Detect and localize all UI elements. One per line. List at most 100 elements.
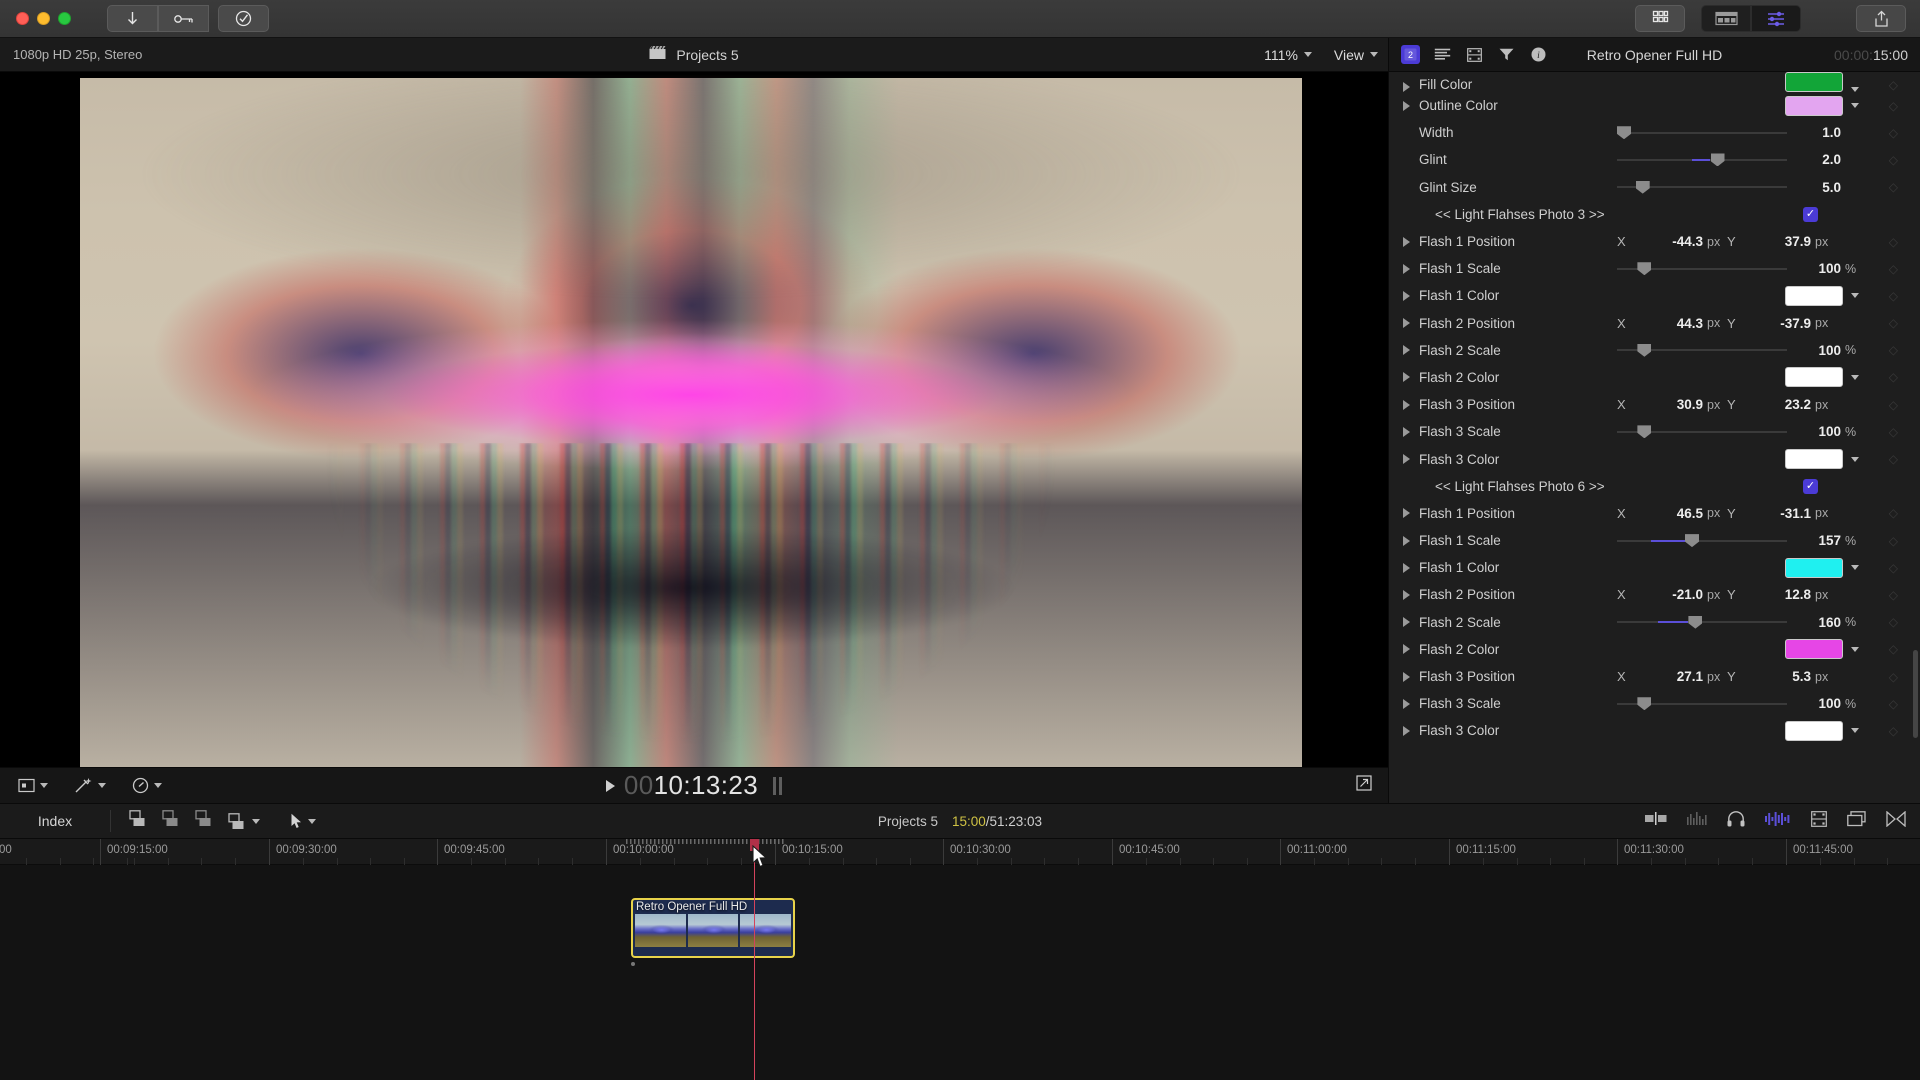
- slider-knob[interactable]: [1637, 343, 1652, 357]
- keyframe-control-icon[interactable]: ◇: [1889, 180, 1898, 194]
- keyframe-control-icon[interactable]: ◇: [1889, 370, 1898, 384]
- disclosure-triangle-icon[interactable]: [1403, 426, 1410, 437]
- disclosure-triangle-icon[interactable]: [1403, 372, 1410, 383]
- disclosure-triangle-icon[interactable]: [1403, 399, 1410, 410]
- disclosure-triangle-icon[interactable]: [1403, 562, 1410, 573]
- parameter-value-y[interactable]: -31.1: [1745, 506, 1811, 521]
- slider-knob[interactable]: [1710, 153, 1725, 167]
- slider-knob[interactable]: [1637, 697, 1652, 711]
- viewer-timecode[interactable]: 0010:13:23: [624, 770, 758, 801]
- disclosure-triangle-icon[interactable]: [1403, 644, 1410, 655]
- disclosure-triangle-icon[interactable]: [1403, 263, 1410, 274]
- parameter-value[interactable]: 1.0: [1787, 125, 1841, 140]
- playhead-line[interactable]: [754, 839, 755, 1080]
- parameter-slider[interactable]: [1617, 343, 1787, 357]
- color-swatch[interactable]: [1785, 367, 1843, 388]
- color-swatch[interactable]: [1785, 720, 1843, 741]
- parameter-checkbox[interactable]: ✓: [1803, 206, 1818, 222]
- overwrite-edit-dropdown[interactable]: [228, 812, 260, 830]
- verify-icon[interactable]: [218, 5, 269, 32]
- keyframe-control-icon[interactable]: ◇: [1889, 425, 1898, 439]
- keyframe-control-icon[interactable]: ◇: [1889, 615, 1898, 629]
- inspector-row[interactable]: Flash 1 Color ◇: [1389, 554, 1920, 581]
- inspector-row[interactable]: Flash 1 Color ◇: [1389, 282, 1920, 309]
- select-arrow-tool-dropdown[interactable]: [290, 813, 316, 830]
- color-swatch[interactable]: [1785, 449, 1843, 470]
- inspector-row[interactable]: Flash 3 Scale 100% ◇: [1389, 418, 1920, 445]
- skimming-icon[interactable]: [1886, 810, 1906, 832]
- chevron-down-icon[interactable]: [1851, 456, 1859, 462]
- parameter-slider[interactable]: [1617, 262, 1787, 276]
- parameter-value-x[interactable]: -21.0: [1637, 587, 1703, 602]
- parameter-value-y[interactable]: 23.2: [1745, 397, 1811, 412]
- inspector-row[interactable]: Flash 3 Color ◇: [1389, 717, 1920, 744]
- inspector-row[interactable]: Fill Color ◇: [1389, 72, 1920, 92]
- inspector-row[interactable]: Flash 3 Scale 100% ◇: [1389, 690, 1920, 717]
- color-swatch[interactable]: [1785, 95, 1843, 116]
- parameter-value-x[interactable]: 44.3: [1637, 316, 1703, 331]
- chevron-down-icon[interactable]: [1851, 374, 1859, 380]
- timeline-layout-icon[interactable]: [1701, 5, 1751, 32]
- chevron-down-icon[interactable]: [1851, 103, 1859, 109]
- color-swatch[interactable]: [1785, 72, 1843, 92]
- keyframe-control-icon[interactable]: ◇: [1889, 289, 1898, 303]
- inspector-scrollbar[interactable]: [1913, 650, 1918, 738]
- tab-filter-inspector[interactable]: [1497, 45, 1516, 64]
- clip-height-icon[interactable]: [1811, 810, 1827, 832]
- keyframe-control-icon[interactable]: ◇: [1889, 78, 1898, 92]
- disclosure-triangle-icon[interactable]: [1403, 698, 1410, 709]
- disclosure-triangle-icon[interactable]: [1403, 508, 1410, 519]
- tab-clip-inspector[interactable]: [1465, 45, 1484, 64]
- disclosure-triangle-icon[interactable]: [1403, 236, 1410, 247]
- insert-edit-icon[interactable]: [162, 810, 181, 832]
- keyword-icon[interactable]: [158, 5, 209, 32]
- inspector-row[interactable]: Flash 1 Scale 100% ◇: [1389, 255, 1920, 282]
- inspector-row[interactable]: << Light Flahses Photo 3 >> ✓: [1389, 201, 1920, 228]
- inspector-row[interactable]: Flash 2 Scale 100% ◇: [1389, 337, 1920, 364]
- keyframe-control-icon[interactable]: ◇: [1889, 99, 1898, 113]
- disclosure-triangle-icon[interactable]: [1403, 671, 1410, 682]
- tab-info-inspector[interactable]: i: [1529, 45, 1548, 64]
- parameter-value-x[interactable]: 46.5: [1637, 506, 1703, 521]
- inspector-row[interactable]: Flash 1 Scale 157% ◇: [1389, 527, 1920, 554]
- inspector-row[interactable]: Flash 2 Position X -21.0 px Y 12.8 px ◇: [1389, 581, 1920, 608]
- slider-knob[interactable]: [1637, 425, 1652, 439]
- inspector-row[interactable]: Flash 2 Scale 160% ◇: [1389, 609, 1920, 636]
- parameter-value[interactable]: 100: [1787, 343, 1841, 358]
- keyframe-control-icon[interactable]: ◇: [1889, 506, 1898, 520]
- parameter-slider[interactable]: [1617, 615, 1787, 629]
- inspector-row[interactable]: Flash 3 Position X 30.9 px Y 23.2 px ◇: [1389, 391, 1920, 418]
- parameter-slider[interactable]: [1617, 534, 1787, 548]
- inspector-row[interactable]: Outline Color ◇: [1389, 92, 1920, 119]
- inspector-row[interactable]: Flash 1 Position X 46.5 px Y -31.1 px ◇: [1389, 500, 1920, 527]
- project-name-label[interactable]: Projects 5: [676, 47, 738, 63]
- parameter-checkbox[interactable]: ✓: [1803, 478, 1818, 494]
- disclosure-triangle-icon[interactable]: [1403, 345, 1410, 356]
- parameter-value[interactable]: 5.0: [1787, 180, 1841, 195]
- append-edit-icon[interactable]: [129, 810, 148, 832]
- keyframe-control-icon[interactable]: ◇: [1889, 126, 1898, 140]
- slider-knob[interactable]: [1635, 180, 1650, 194]
- keyframe-control-icon[interactable]: ◇: [1889, 153, 1898, 167]
- parameter-value-x[interactable]: 27.1: [1637, 669, 1703, 684]
- keyframe-control-icon[interactable]: ◇: [1889, 670, 1898, 684]
- keyframe-control-icon[interactable]: ◇: [1889, 697, 1898, 711]
- color-swatch[interactable]: [1785, 557, 1843, 578]
- audio-meter-icon[interactable]: [1687, 812, 1707, 830]
- parameter-value-x[interactable]: 30.9: [1637, 397, 1703, 412]
- chevron-down-icon[interactable]: [1851, 728, 1859, 734]
- slider-knob[interactable]: [1617, 126, 1631, 140]
- parameter-slider[interactable]: [1617, 180, 1787, 194]
- parameter-slider[interactable]: [1617, 697, 1787, 711]
- clip-appearance-icon[interactable]: [1645, 812, 1667, 830]
- keyframe-control-icon[interactable]: ◇: [1889, 343, 1898, 357]
- disclosure-triangle-icon[interactable]: [1403, 589, 1410, 600]
- inspector-row[interactable]: Flash 1 Position X -44.3 px Y 37.9 px ◇: [1389, 228, 1920, 255]
- inspector-row[interactable]: Width 1.0 ◇: [1389, 119, 1920, 146]
- keyframe-control-icon[interactable]: ◇: [1889, 262, 1898, 276]
- keyframe-control-icon[interactable]: ◇: [1889, 561, 1898, 575]
- keyframe-control-icon[interactable]: ◇: [1889, 452, 1898, 466]
- chevron-down-icon[interactable]: [1851, 293, 1859, 299]
- inspector-row[interactable]: Flash 2 Color ◇: [1389, 364, 1920, 391]
- keyframe-control-icon[interactable]: ◇: [1889, 316, 1898, 330]
